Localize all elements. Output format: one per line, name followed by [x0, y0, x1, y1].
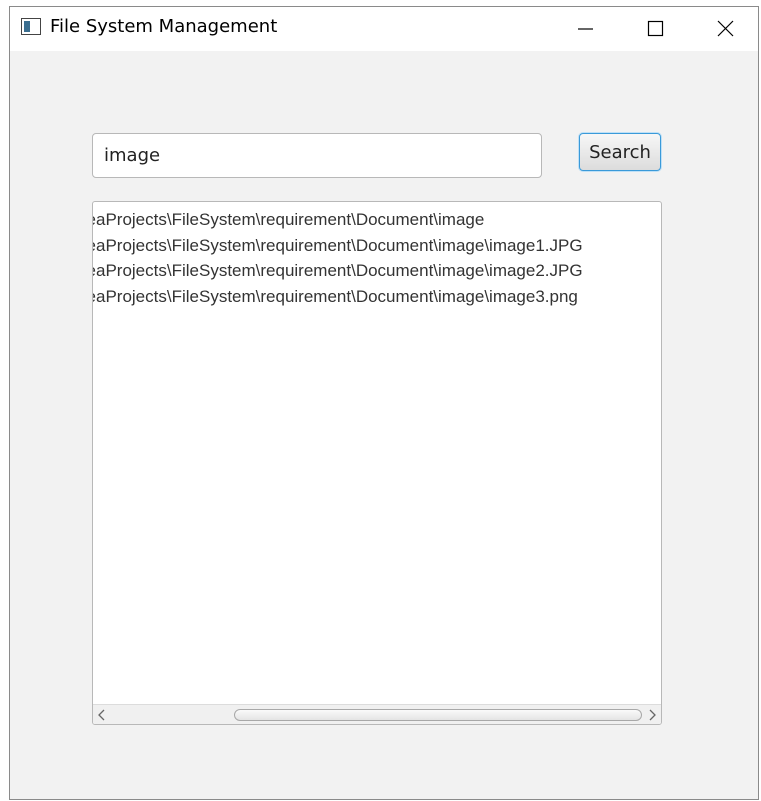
scrollbar-thumb[interactable] [234, 709, 642, 721]
list-item[interactable]: C:\Users\user\IdeaProjects\FileSystem\re… [93, 207, 583, 233]
results-viewport: C:\Users\user\IdeaProjects\FileSystem\re… [93, 202, 661, 702]
window-title: File System Management [50, 16, 278, 37]
list-item[interactable]: C:\Users\user\IdeaProjects\FileSystem\re… [93, 284, 583, 310]
list-item[interactable]: C:\Users\user\IdeaProjects\FileSystem\re… [93, 233, 583, 259]
horizontal-scrollbar[interactable] [93, 704, 661, 724]
minimize-button[interactable] [562, 7, 608, 51]
results-list[interactable]: C:\Users\user\IdeaProjects\FileSystem\re… [92, 201, 662, 725]
maximize-button[interactable] [632, 7, 678, 51]
scroll-right-icon[interactable] [645, 707, 659, 723]
search-button[interactable]: Search [579, 133, 661, 171]
scroll-left-icon[interactable] [95, 707, 109, 723]
list-item[interactable]: C:\Users\user\IdeaProjects\FileSystem\re… [93, 258, 583, 284]
maximize-icon [647, 20, 664, 37]
app-window-icon [21, 18, 41, 35]
title-bar[interactable]: File System Management [10, 7, 758, 51]
search-input[interactable] [92, 133, 542, 178]
close-icon [717, 20, 734, 37]
minimize-icon [578, 28, 593, 30]
close-button[interactable] [702, 7, 748, 51]
app-window: File System Management Search C:\Users\u… [9, 6, 759, 800]
